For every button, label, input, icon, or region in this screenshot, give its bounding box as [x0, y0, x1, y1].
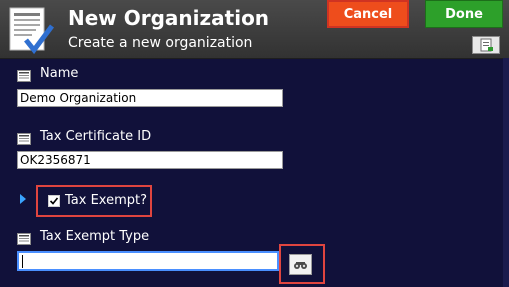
current-row-arrow-icon — [20, 194, 26, 204]
tax-exempt-type-label: Tax Exempt Type — [40, 228, 150, 244]
page-subtitle: Create a new organization — [68, 35, 253, 51]
tax-exempt-checkbox[interactable] — [48, 195, 60, 207]
tax-certificate-input[interactable]: OK2356871 — [17, 151, 283, 169]
field-list-icon — [17, 67, 31, 82]
name-label-row: Name — [17, 64, 78, 82]
field-list-icon — [17, 130, 31, 145]
vertical-scrollbar[interactable] — [503, 58, 509, 287]
page-title: New Organization — [68, 6, 270, 30]
tax-certificate-label: Tax Certificate ID — [40, 128, 152, 144]
organization-form-icon — [4, 4, 56, 56]
document-icon[interactable] — [472, 36, 500, 54]
name-input[interactable]: Demo Organization — [17, 89, 283, 107]
done-button[interactable]: Done — [425, 0, 503, 28]
cancel-button[interactable]: Cancel — [327, 0, 409, 28]
tax-exempt-highlight: Tax Exempt? — [36, 185, 152, 217]
field-list-icon — [17, 230, 31, 245]
lookup-highlight — [279, 244, 325, 284]
tax-exempt-type-label-row: Tax Exempt Type — [17, 227, 149, 245]
binoculars-icon[interactable] — [289, 254, 312, 275]
tax-certificate-label-row: Tax Certificate ID — [17, 127, 151, 145]
header-bar: New Organization Create a new organizati… — [0, 0, 509, 59]
tax-exempt-type-input[interactable] — [17, 251, 279, 271]
tax-exempt-label[interactable]: Tax Exempt? — [65, 193, 147, 208]
name-label: Name — [40, 65, 79, 81]
text-caret — [22, 255, 23, 268]
